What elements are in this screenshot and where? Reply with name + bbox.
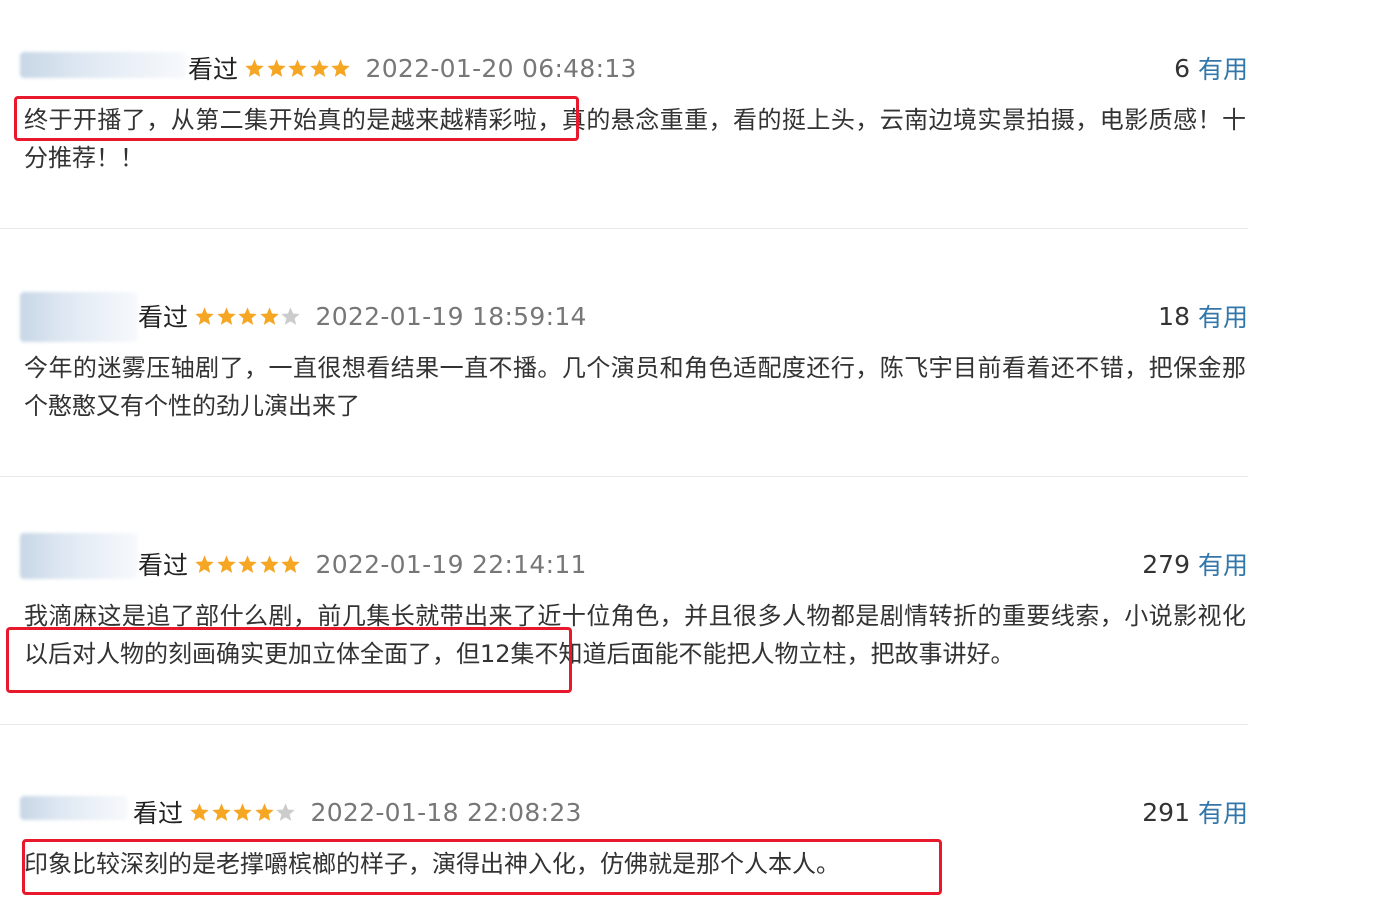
star-filled-icon — [195, 306, 214, 325]
review-time: 2022-01-19 22:14:11 — [315, 549, 587, 579]
star-filled-icon — [195, 554, 214, 573]
star-filled-icon — [288, 58, 307, 77]
user-avatar-blurred — [20, 796, 128, 820]
review-time: 2022-01-18 22:08:23 — [310, 797, 582, 827]
star-filled-icon — [190, 802, 209, 821]
star-filled-icon — [216, 554, 236, 573]
star-filled-icon — [245, 58, 264, 77]
rating-stars — [194, 306, 302, 327]
useful-link[interactable]: 有用 — [1198, 794, 1248, 830]
watched-label: 看过 — [133, 799, 184, 828]
watched-label: 看过 — [138, 551, 189, 580]
useful-vote[interactable]: 291 有用 — [1142, 792, 1248, 832]
watched-label: 看过 — [138, 303, 189, 332]
user-avatar-blurred — [20, 292, 138, 342]
review-item: 看过 2022-01-19 18:59:14 18 有用 今年的迷雾压轴剧了，一… — [0, 229, 1248, 477]
star-filled-icon — [238, 306, 257, 325]
review-meta: 看过 2022-01-19 22:14:11 — [138, 544, 587, 584]
watched-label: 看过 — [188, 55, 239, 84]
star-filled-icon — [238, 554, 257, 573]
review-meta: 看过 2022-01-20 06:48:13 — [188, 48, 637, 88]
useful-link[interactable]: 有用 — [1198, 546, 1248, 582]
star-empty-icon — [276, 802, 295, 821]
star-filled-icon — [281, 554, 300, 573]
highlight-box — [14, 96, 579, 141]
useful-count: 6 — [1174, 53, 1190, 83]
useful-link[interactable]: 有用 — [1198, 50, 1248, 86]
star-filled-icon — [331, 58, 350, 77]
star-filled-icon — [259, 306, 279, 325]
user-avatar-blurred — [20, 533, 138, 579]
star-filled-icon — [233, 802, 252, 821]
useful-count: 18 — [1158, 301, 1190, 331]
star-filled-icon — [309, 58, 329, 77]
useful-vote[interactable]: 6 有用 — [1174, 48, 1248, 88]
rating-stars — [194, 554, 302, 575]
star-filled-icon — [259, 554, 279, 573]
review-time: 2022-01-20 06:48:13 — [365, 53, 637, 83]
star-filled-icon — [211, 802, 231, 821]
useful-count: 291 — [1142, 797, 1190, 827]
review-meta: 看过 2022-01-19 18:59:14 — [138, 296, 587, 336]
star-empty-icon — [281, 306, 300, 325]
highlight-box — [6, 627, 572, 693]
review-time: 2022-01-19 18:59:14 — [315, 301, 587, 331]
useful-link[interactable]: 有用 — [1198, 298, 1248, 334]
review-content: 今年的迷雾压轴剧了，一直很想看结果一直不播。几个演员和角色适配度还行，陈飞宇目前… — [24, 354, 1246, 420]
useful-vote[interactable]: 279 有用 — [1142, 544, 1248, 584]
rating-stars — [189, 802, 297, 823]
star-filled-icon — [266, 58, 286, 77]
useful-vote[interactable]: 18 有用 — [1158, 296, 1248, 336]
useful-count: 279 — [1142, 549, 1190, 579]
highlight-box — [22, 839, 942, 895]
star-filled-icon — [216, 306, 236, 325]
rating-stars — [244, 58, 352, 79]
star-filled-icon — [254, 802, 274, 821]
user-avatar-blurred — [20, 52, 186, 78]
review-meta: 看过 2022-01-18 22:08:23 — [133, 792, 582, 832]
